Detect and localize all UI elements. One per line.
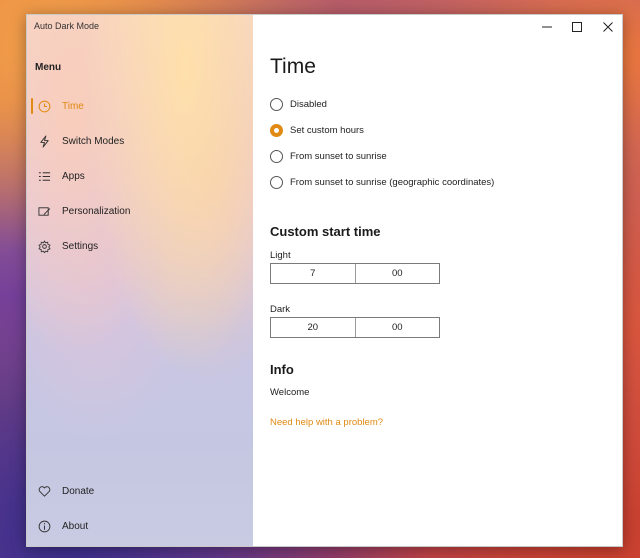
sidebar-item-time[interactable]: Time (31, 94, 231, 118)
sidebar-item-label: Settings (62, 240, 99, 252)
sidebar-item-label: Time (62, 100, 84, 112)
help-link[interactable]: Need help with a problem? (270, 417, 383, 428)
radio-label: From sunset to sunrise (geographic coord… (290, 177, 495, 188)
app-title: Auto Dark Mode (34, 21, 100, 31)
dark-label: Dark (270, 304, 291, 315)
sidebar-item-label: Donate (62, 485, 95, 497)
clock-icon (37, 99, 51, 113)
gear-icon (37, 239, 51, 253)
radio-label: Disabled (290, 99, 327, 110)
main-content: Time Disabled Set custom hours From suns… (253, 15, 622, 546)
sidebar-item-donate[interactable]: Donate (31, 479, 231, 503)
sidebar-item-switch-modes[interactable]: Switch Modes (31, 129, 231, 153)
dark-time-picker[interactable]: 20 00 (270, 317, 440, 338)
dark-hour[interactable]: 20 (271, 318, 355, 337)
list-icon (37, 169, 51, 183)
radio-sunset-sunrise[interactable]: From sunset to sunrise (270, 150, 387, 163)
page-title: Time (270, 55, 316, 78)
light-minute[interactable]: 00 (354, 264, 440, 283)
radio-button[interactable] (270, 176, 283, 189)
light-time-picker[interactable]: 7 00 (270, 263, 440, 284)
custom-start-time-heading: Custom start time (270, 224, 381, 239)
sidebar-item-label: Apps (62, 170, 85, 182)
menu-title: Menu (35, 62, 62, 73)
radio-label: From sunset to sunrise (290, 151, 387, 162)
sidebar-item-personalization[interactable]: Personalization (31, 199, 231, 223)
info-heading: Info (270, 362, 294, 377)
info-icon (37, 519, 51, 533)
radio-label: Set custom hours (290, 125, 364, 136)
light-hour[interactable]: 7 (271, 264, 355, 283)
sidebar-item-about[interactable]: About (31, 514, 231, 538)
radio-sunset-sunrise-geo[interactable]: From sunset to sunrise (geographic coord… (270, 176, 494, 189)
sidebar-item-label: Personalization (62, 205, 131, 217)
sidebar-item-settings[interactable]: Settings (31, 234, 231, 258)
sidebar-item-label: Switch Modes (62, 135, 125, 147)
heart-icon (37, 484, 51, 498)
radio-disabled[interactable]: Disabled (270, 98, 327, 111)
dark-minute[interactable]: 00 (354, 318, 440, 337)
paint-icon (37, 204, 51, 218)
sidebar: Auto Dark Mode Menu Time Switch Modes Ap… (27, 15, 253, 546)
active-indicator (31, 98, 33, 114)
sidebar-item-apps[interactable]: Apps (31, 164, 231, 188)
app-window: Auto Dark Mode Menu Time Switch Modes Ap… (26, 14, 623, 547)
radio-button[interactable] (270, 98, 283, 111)
lightning-icon (37, 134, 51, 148)
sidebar-item-label: About (62, 520, 89, 532)
radio-set-custom-hours[interactable]: Set custom hours (270, 124, 364, 137)
light-label: Light (270, 250, 291, 261)
radio-button[interactable] (270, 150, 283, 163)
welcome-text: Welcome (270, 387, 310, 398)
radio-button-checked[interactable] (270, 124, 283, 137)
